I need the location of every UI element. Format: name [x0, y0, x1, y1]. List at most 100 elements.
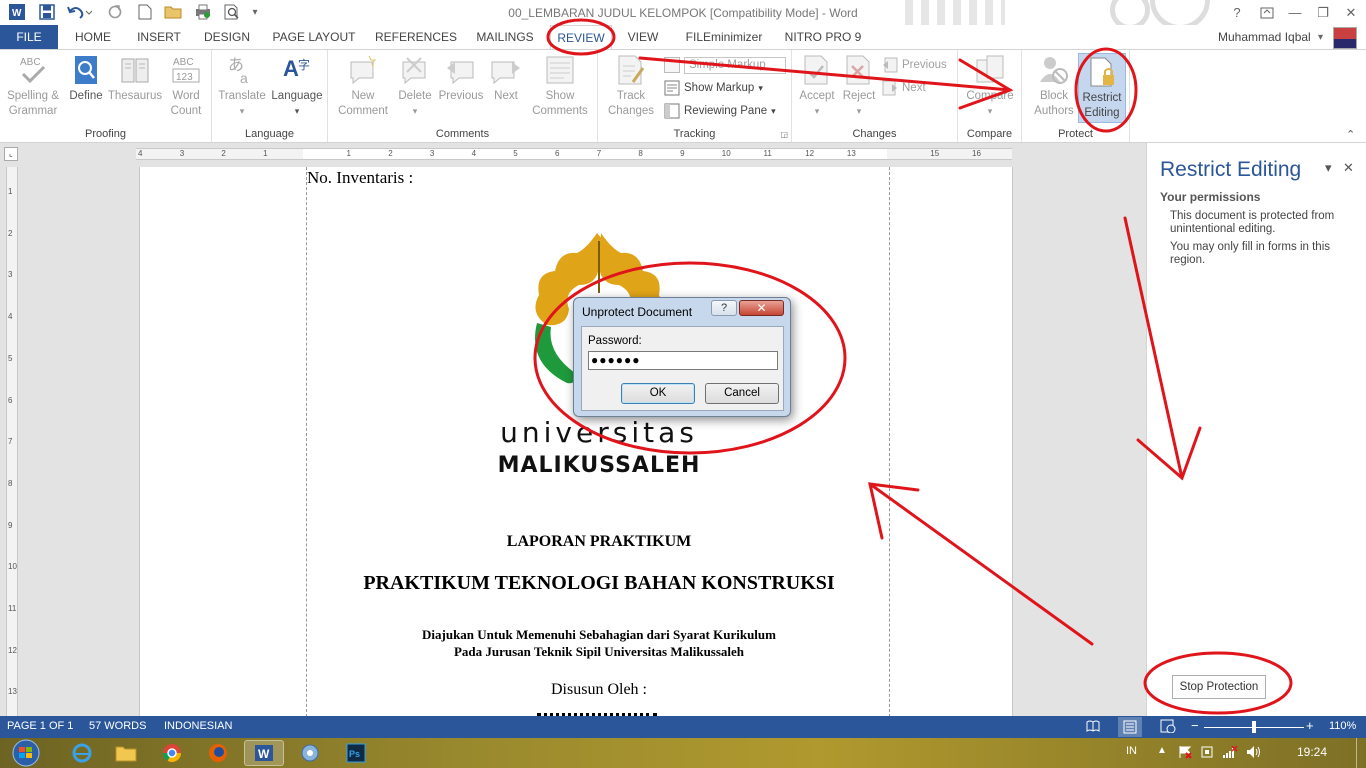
restore-button[interactable]: ❐: [1308, 0, 1338, 25]
minimize-button[interactable]: —: [1280, 0, 1310, 25]
language-status[interactable]: INDONESIAN: [164, 720, 232, 732]
avatar[interactable]: [1333, 27, 1357, 49]
reject-dropdown-icon: ▾: [856, 106, 862, 116]
zoom-level[interactable]: 110%: [1329, 720, 1356, 732]
internet-explorer-icon[interactable]: [62, 740, 102, 766]
svg-text:A: A: [283, 56, 299, 81]
new-comment-button[interactable]: New Comment: [332, 52, 394, 124]
page-count[interactable]: PAGE 1 OF 1: [7, 720, 73, 732]
reviewing-pane-button[interactable]: Reviewing Pane ▾: [664, 101, 776, 121]
zoom-slider-thumb[interactable]: [1252, 721, 1256, 733]
next-comment-button[interactable]: Next: [486, 52, 526, 124]
tab-mailings[interactable]: MAILINGS: [470, 25, 540, 50]
next-change-button[interactable]: Next: [882, 78, 926, 98]
delete-comment-button[interactable]: Delete ▾: [394, 52, 436, 124]
dialog-help-button[interactable]: ?: [711, 300, 737, 316]
firefox-icon[interactable]: [198, 740, 238, 766]
previous-comment-button[interactable]: Previous: [436, 52, 486, 124]
horizontal-ruler[interactable]: 4 3 2 1 1 2 3 4 5 6 7 8 9 10 11 12 13 15 16: [136, 148, 1012, 160]
tab-selector-icon[interactable]: ⌞: [4, 147, 18, 161]
word-count-icon: ABC 123: [172, 57, 200, 83]
define-button[interactable]: Define: [66, 52, 106, 124]
tab-view[interactable]: VIEW: [622, 25, 664, 50]
network-icon[interactable]: [1222, 745, 1238, 762]
control-panel-icon[interactable]: [290, 740, 330, 766]
tab-references[interactable]: REFERENCES: [374, 25, 458, 50]
word-count[interactable]: 57 WORDS: [89, 720, 146, 732]
file-explorer-icon[interactable]: [106, 740, 146, 766]
cancel-button[interactable]: Cancel: [705, 383, 779, 404]
close-button[interactable]: ✕: [1336, 0, 1366, 25]
chrome-icon[interactable]: [152, 740, 192, 766]
word-taskbar-icon[interactable]: W: [244, 740, 284, 766]
logo-text-malikussaleh: MALIKUSSALEH: [497, 453, 701, 478]
svg-text:ABC: ABC: [173, 57, 194, 68]
ruler-tick-label: 7: [596, 149, 602, 158]
pane-options-icon[interactable]: ▾: [1325, 160, 1332, 176]
document-area[interactable]: ⌞ 4 3 2 1 1 2 3 4 5 6 7 8 9 10 11 12 13 15 16 1 2 3 4 5 6 7 8 9 10 1…: [0, 143, 1146, 716]
password-input[interactable]: ●●●●●●: [588, 351, 778, 370]
collapse-ribbon-icon[interactable]: ⌃: [1346, 128, 1355, 141]
show-comments-button[interactable]: Show Comments: [528, 52, 592, 124]
tab-nitro-pro[interactable]: NITRO PRO 9: [782, 25, 864, 50]
photoshop-icon[interactable]: Ps: [336, 740, 376, 766]
tab-fileminimizer[interactable]: FILEminimizer: [680, 25, 768, 50]
word-count-button[interactable]: ABC 123 Word Count: [164, 52, 208, 124]
spelling-grammar-button[interactable]: ABC Spelling & Grammar: [2, 52, 64, 124]
compare-button[interactable]: Compare ▾: [962, 52, 1018, 124]
block-authors-button[interactable]: Block Authors: [1028, 52, 1080, 124]
ruler-tick-label: 8: [8, 478, 13, 488]
text-frame[interactable]: No. Inventaris : universitas MALIKUSSALE…: [306, 167, 890, 716]
spelling-label: Spelling & Grammar: [7, 90, 59, 117]
action-center-icon[interactable]: [1178, 745, 1192, 762]
print-layout-icon[interactable]: [1118, 717, 1142, 737]
tab-home[interactable]: HOME: [68, 25, 118, 50]
start-button[interactable]: [8, 739, 44, 767]
compare-icon: [976, 55, 1004, 83]
next-change-icon: [882, 80, 897, 96]
inventaris-text: No. Inventaris :: [307, 168, 414, 187]
help-button[interactable]: ?: [1222, 0, 1252, 25]
restrict-editing-button[interactable]: Restrict Editing: [1078, 53, 1126, 123]
tracking-dialog-launcher-icon[interactable]: ◲: [780, 130, 788, 139]
document-page[interactable]: No. Inventaris : universitas MALIKUSSALE…: [139, 167, 1013, 716]
show-markup-button[interactable]: Show Markup ▾: [664, 78, 763, 98]
web-layout-icon[interactable]: [1160, 719, 1176, 736]
reject-button[interactable]: Reject ▾: [838, 52, 880, 124]
tracking-group-label: Tracking: [673, 128, 716, 140]
thesaurus-icon: [121, 58, 149, 83]
restrict-editing-label: Restrict Editing: [1082, 92, 1122, 119]
tab-insert[interactable]: INSERT: [132, 25, 186, 50]
track-changes-button[interactable]: Track Changes: [602, 52, 660, 124]
device-icon[interactable]: [1200, 745, 1214, 762]
language-button[interactable]: A字 Language ▾: [268, 52, 326, 124]
tab-design[interactable]: DESIGN: [198, 25, 256, 50]
vertical-ruler[interactable]: 1 2 3 4 5 6 7 8 9 10 11 12 13: [6, 167, 18, 716]
thesaurus-button[interactable]: Thesaurus: [106, 52, 164, 124]
accept-button[interactable]: Accept ▾: [794, 52, 840, 124]
tray-expand-icon[interactable]: ▲: [1157, 745, 1167, 756]
tab-review[interactable]: REVIEW: [550, 25, 612, 50]
show-desktop-button[interactable]: [1356, 738, 1366, 768]
ribbon-options-button[interactable]: [1252, 0, 1282, 25]
volume-icon[interactable]: [1246, 745, 1262, 762]
stop-protection-button[interactable]: Stop Protection: [1172, 675, 1266, 699]
ruler-tick-label: 11: [8, 604, 17, 613]
tab-page-layout[interactable]: PAGE LAYOUT: [268, 25, 360, 50]
pane-close-icon[interactable]: ✕: [1343, 160, 1354, 176]
accept-dropdown-icon: ▾: [814, 106, 820, 116]
subtitle-line-2: Pada Jurusan Teknik Sipil Universitas Ma…: [453, 644, 745, 659]
tab-file[interactable]: FILE: [0, 25, 58, 50]
user-name[interactable]: Muhammad Iqbal: [1218, 25, 1311, 50]
translate-button[interactable]: あa Translate ▾: [214, 52, 270, 124]
dialog-close-button[interactable]: ✕: [739, 300, 784, 316]
read-mode-icon[interactable]: [1086, 719, 1100, 736]
zoom-out-button[interactable]: −: [1191, 718, 1199, 733]
clock[interactable]: 19:24: [1297, 745, 1327, 759]
user-menu-caret[interactable]: ▾: [1318, 25, 1323, 50]
input-language-indicator[interactable]: IN: [1126, 745, 1137, 757]
markup-select[interactable]: Simple Markup: [664, 55, 786, 75]
zoom-in-button[interactable]: +: [1306, 718, 1314, 733]
previous-change-button[interactable]: Previous: [882, 55, 947, 75]
ok-button[interactable]: OK: [621, 383, 695, 404]
